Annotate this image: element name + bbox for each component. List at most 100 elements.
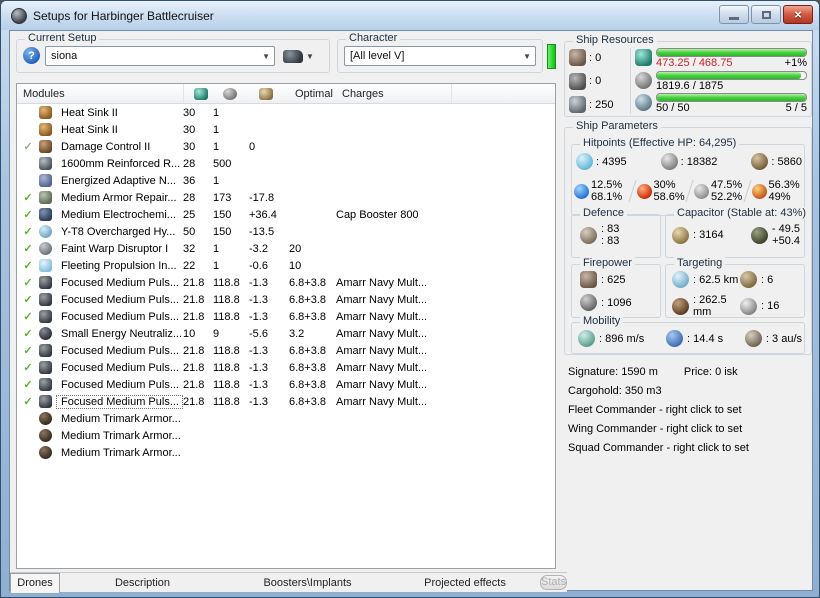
help-icon[interactable]: ?: [23, 47, 40, 64]
module-row[interactable]: Energized Adaptive N... 36 1: [17, 172, 555, 189]
thermal-resist: 30% 58.6%: [627, 179, 690, 203]
module-row[interactable]: Medium Trimark Armor...: [17, 427, 555, 444]
module-name: Energized Adaptive N...: [61, 174, 176, 187]
module-cpu: 50: [183, 225, 196, 238]
resists-row: 12.5% 68.1% 30% 58.6% 47.5% 52.2% 56.3% 49%: [574, 179, 804, 203]
tab-projected-effects[interactable]: Projected effects: [390, 577, 540, 589]
module-active-check: ✓: [23, 260, 33, 272]
align-time: : 14.4 s: [687, 332, 724, 345]
capacitor-group: Capacitor (Stable at: 43%) : 3164 - 49.5…: [665, 207, 810, 258]
module-name: Focused Medium Puls...: [56, 394, 183, 409]
module-powergrid: 118.8: [213, 276, 240, 289]
module-cpu: 21.8: [183, 378, 205, 391]
wing-commander-text[interactable]: Wing Commander - right click to set: [568, 420, 812, 439]
module-row[interactable]: ✓ Fleeting Propulsion In... 22 1 -0.6 10: [17, 257, 555, 274]
tab-description[interactable]: Description: [60, 577, 225, 589]
module-active-check: ✓: [23, 294, 33, 306]
module-active-check: ✓: [23, 209, 33, 221]
minimize-button[interactable]: [719, 5, 749, 24]
maximize-button[interactable]: [751, 5, 781, 24]
laser-icon: [39, 293, 52, 306]
firepower-title: Firepower: [580, 257, 635, 269]
module-row[interactable]: ✓ Medium Electrochemi... 25 150 +36.4 Cap Boo…: [17, 206, 555, 223]
ab-icon: [39, 225, 52, 238]
setup-dropdown[interactable]: siona ▼: [45, 46, 275, 66]
module-row[interactable]: ✓ Focused Medium Puls... 21.8 118.8 -1.3 6.8+…: [17, 393, 555, 410]
cap-recharge: +50.4: [772, 235, 800, 247]
cpu-column-header[interactable]: [183, 84, 213, 103]
module-row[interactable]: ✓ Focused Medium Puls... 21.8 118.8 -1.3 6.8+…: [17, 308, 555, 325]
heat-sink-icon: [39, 106, 52, 119]
module-cpu: 21.8: [183, 310, 205, 323]
capacitor-column-header[interactable]: [249, 84, 289, 103]
module-row[interactable]: ✓ Focused Medium Puls... 21.8 118.8 -1.3 6.8+…: [17, 291, 555, 308]
module-name: Fleeting Propulsion In...: [61, 259, 177, 272]
powergrid-icon: [223, 87, 237, 100]
module-name: Faint Warp Disruptor I: [61, 242, 169, 255]
module-row[interactable]: ✓ Damage Control II 30 1 0: [17, 138, 555, 155]
module-active-check: ✓: [23, 379, 33, 391]
module-optimal: 6.8+3.8: [289, 395, 327, 408]
module-cap-use: -5.6: [249, 327, 268, 340]
optimal-column-header[interactable]: Optimal: [289, 84, 336, 103]
web-icon: [39, 259, 52, 272]
defence-group: Defence : 83 : 83: [571, 207, 661, 258]
module-cap-use: +36.4: [249, 208, 277, 221]
modules-column-header[interactable]: Modules: [17, 84, 183, 103]
module-row[interactable]: Heat Sink II 30 1: [17, 121, 555, 138]
damage-control-icon: [39, 140, 52, 153]
current-setup-label: Current Setup: [25, 32, 100, 44]
module-row[interactable]: ✓ Medium Armor Repair... 28 173 -17.8: [17, 189, 555, 206]
module-charge: Amarr Navy Mult...: [336, 378, 428, 391]
module-row[interactable]: Medium Trimark Armor...: [17, 410, 555, 427]
module-row[interactable]: ✓ Faint Warp Disruptor I 32 1 -3.2 20: [17, 240, 555, 257]
module-row[interactable]: ✓ Focused Medium Puls... 21.8 118.8 -1.3 6.8+…: [17, 376, 555, 393]
tab-boosters-implants[interactable]: Boosters\Implants: [225, 577, 390, 589]
explosive-resist: 56.3% 49%: [742, 179, 805, 203]
laser-icon: [39, 378, 52, 391]
sensor-strength-icon: [740, 271, 757, 288]
charges-column-header[interactable]: Charges: [336, 84, 451, 103]
cpu-bar: [656, 48, 807, 57]
module-row[interactable]: ✓ Focused Medium Puls... 21.8 118.8 -1.3 6.8+…: [17, 342, 555, 359]
em-shield-resist: 12.5%: [591, 179, 623, 191]
powergrid-column-header[interactable]: [213, 84, 249, 103]
modules-header[interactable]: Modules Optimal Charges: [17, 84, 555, 104]
firepower-group: Firepower : 625 : 1096: [571, 257, 661, 318]
chevron-down-icon: ▼: [262, 51, 270, 61]
cap-drain: - 49.5: [771, 223, 800, 235]
defence-icon: [580, 226, 597, 244]
module-cpu: 10: [183, 327, 196, 340]
module-row[interactable]: ✓ Focused Medium Puls... 21.8 118.8 -1.3 6.8+…: [17, 274, 555, 291]
close-button[interactable]: ×: [783, 5, 813, 24]
ship-parameters-title: Ship Parameters: [573, 120, 661, 132]
title-bar[interactable]: Setups for Harbinger Battlecruiser ×: [1, 1, 819, 30]
module-row[interactable]: ✓ Small Energy Neutraliz... 10 9 -5.6 3.2 Amar…: [17, 325, 555, 342]
module-cap-use: 0: [249, 140, 256, 153]
ship-menu-button[interactable]: ▼: [283, 46, 323, 66]
squad-commander-text[interactable]: Squad Commander - right click to set: [568, 439, 812, 458]
cpu-icon: [635, 49, 652, 66]
explosive-armor-resist: 49%: [768, 191, 791, 203]
kinetic-resist: 47.5% 52.2%: [685, 179, 747, 203]
module-name: Focused Medium Puls...: [61, 293, 179, 306]
fleet-commander-text[interactable]: Fleet Commander - right click to set: [568, 401, 812, 420]
module-cpu: 21.8: [183, 361, 205, 374]
module-name: 1600mm Reinforced R...: [61, 157, 181, 170]
explosive-shield-resist: 56.3%: [768, 179, 800, 191]
character-dropdown[interactable]: [All level V] ▼: [344, 46, 536, 66]
hitpoints-title: Hitpoints (Effective HP: 64,295): [580, 137, 740, 149]
module-powergrid: 150: [213, 208, 232, 221]
tab-bar: Drones Description Boosters\Implants Projec…: [10, 572, 568, 593]
module-optimal: 6.8+3.8: [289, 310, 327, 323]
current-setup-group: Current Setup ? siona ▼ ▼: [16, 32, 330, 73]
tab-drones[interactable]: Drones: [10, 572, 60, 593]
module-row[interactable]: ✓ Y-T8 Overcharged Hy... 50 150 -13.5: [17, 223, 555, 240]
module-row[interactable]: 1600mm Reinforced R... 28 500: [17, 155, 555, 172]
character-dropdown-value: [All level V]: [350, 50, 405, 62]
laser-icon: [39, 344, 52, 357]
module-row[interactable]: Medium Trimark Armor...: [17, 444, 555, 461]
module-row[interactable]: Heat Sink II 30 1: [17, 104, 555, 121]
module-cpu: 30: [183, 123, 196, 136]
module-row[interactable]: ✓ Focused Medium Puls... 21.8 118.8 -1.3 6.8+…: [17, 359, 555, 376]
